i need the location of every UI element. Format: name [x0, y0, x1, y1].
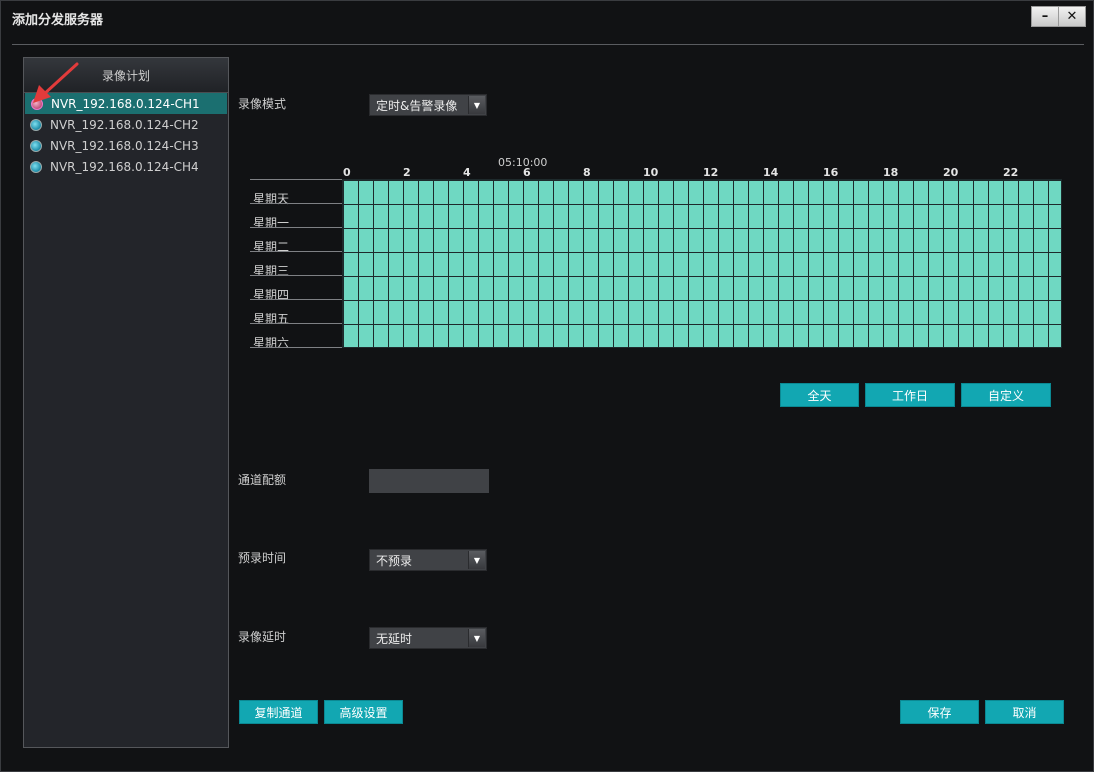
minimize-button[interactable]: –: [1031, 6, 1059, 27]
channel-quota-field[interactable]: [369, 469, 489, 493]
prerecord-select[interactable]: 不预录 ▼: [369, 549, 487, 571]
workday-button[interactable]: 工作日: [865, 383, 955, 407]
custom-button[interactable]: 自定义: [961, 383, 1051, 407]
hour-label: 10: [643, 166, 659, 179]
channel-item-ch4[interactable]: NVR_192.168.0.124-CH4: [24, 156, 228, 177]
status-dot-icon: [30, 160, 42, 173]
hour-label: 18: [883, 166, 899, 179]
prerecord-label: 预录时间: [238, 551, 287, 565]
all-day-button[interactable]: 全天: [780, 383, 859, 407]
day-divider: [250, 227, 342, 228]
hour-label: 22: [1003, 166, 1019, 179]
day-divider: [250, 275, 342, 276]
channel-panel: 录像计划 NVR_192.168.0.124-CH1 NVR_192.168.0…: [23, 57, 229, 748]
hour-label: 4: [463, 166, 471, 179]
schedule-grid[interactable]: [342, 179, 1062, 348]
record-delay-label: 录像延时: [238, 630, 287, 644]
dropdown-arrow-icon[interactable]: ▼: [468, 551, 485, 569]
record-delay-select[interactable]: 无延时 ▼: [369, 627, 487, 649]
hour-label: 6: [523, 166, 531, 179]
hour-label: 12: [703, 166, 719, 179]
prerecord-value: 不预录: [376, 553, 413, 568]
channel-label: NVR_192.168.0.124-CH2: [50, 117, 199, 132]
copy-channel-button[interactable]: 复制通道: [239, 700, 318, 724]
day-divider: [250, 299, 342, 300]
close-button[interactable]: ✕: [1059, 6, 1086, 27]
dropdown-arrow-icon[interactable]: ▼: [468, 96, 485, 114]
day-divider: [250, 203, 342, 204]
annotation-arrow-icon: [33, 62, 79, 103]
dialog-window: 添加分发服务器 – ✕ 录像计划 NVR_192.168.0.124-CH1 N…: [0, 0, 1094, 772]
channel-quota-label: 通道配额: [238, 473, 287, 487]
channel-label: NVR_192.168.0.124-CH3: [50, 138, 199, 153]
channel-label: NVR_192.168.0.124-CH4: [50, 159, 199, 174]
channel-item-ch3[interactable]: NVR_192.168.0.124-CH3: [24, 135, 228, 156]
day-label-tue: 星期二: [253, 240, 290, 254]
hour-label: 2: [403, 166, 411, 179]
record-mode-value: 定时&告警录像: [376, 98, 458, 113]
day-label-sun: 星期天: [253, 192, 290, 206]
schedule-top-line: [250, 179, 342, 180]
day-label-thu: 星期四: [253, 288, 290, 302]
advanced-settings-button[interactable]: 高级设置: [324, 700, 403, 724]
record-mode-label: 录像模式: [238, 97, 287, 111]
hour-label: 0: [343, 166, 351, 179]
hour-label: 14: [763, 166, 779, 179]
title-divider: [12, 44, 1084, 45]
window-title: 添加分发服务器: [12, 13, 104, 28]
day-label-fri: 星期五: [253, 312, 290, 326]
status-dot-icon: [30, 118, 42, 131]
day-label-mon: 星期一: [253, 216, 290, 230]
hour-label: 20: [943, 166, 959, 179]
day-divider: [250, 251, 342, 252]
day-divider: [250, 323, 342, 324]
record-mode-select[interactable]: 定时&告警录像 ▼: [369, 94, 487, 116]
save-button[interactable]: 保存: [900, 700, 979, 724]
channel-item-ch2[interactable]: NVR_192.168.0.124-CH2: [24, 114, 228, 135]
dropdown-arrow-icon[interactable]: ▼: [468, 629, 485, 647]
record-delay-value: 无延时: [376, 631, 413, 646]
day-label-wed: 星期三: [253, 264, 290, 278]
status-dot-icon: [30, 139, 42, 152]
hour-label: 16: [823, 166, 839, 179]
day-divider: [250, 347, 342, 348]
title-bar[interactable]: 添加分发服务器 – ✕: [1, 1, 1093, 35]
day-label-sat: 星期六: [253, 336, 290, 350]
cancel-button[interactable]: 取消: [985, 700, 1064, 724]
hour-label: 8: [583, 166, 591, 179]
